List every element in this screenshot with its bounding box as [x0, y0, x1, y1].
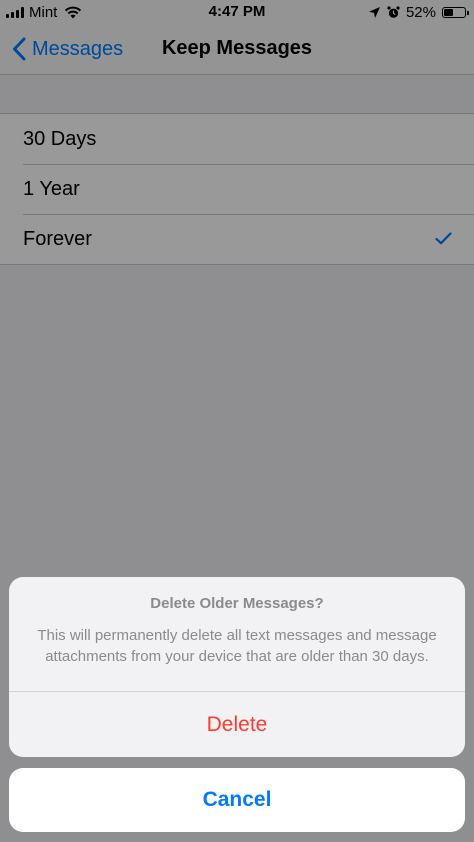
cancel-button[interactable]: Cancel — [9, 768, 465, 832]
action-sheet-message: This will permanently delete all text me… — [37, 627, 437, 665]
action-sheet: Delete Older Messages? This will permane… — [9, 577, 465, 757]
delete-button[interactable]: Delete — [9, 692, 465, 757]
action-sheet-title: Delete Older Messages? — [150, 595, 324, 612]
